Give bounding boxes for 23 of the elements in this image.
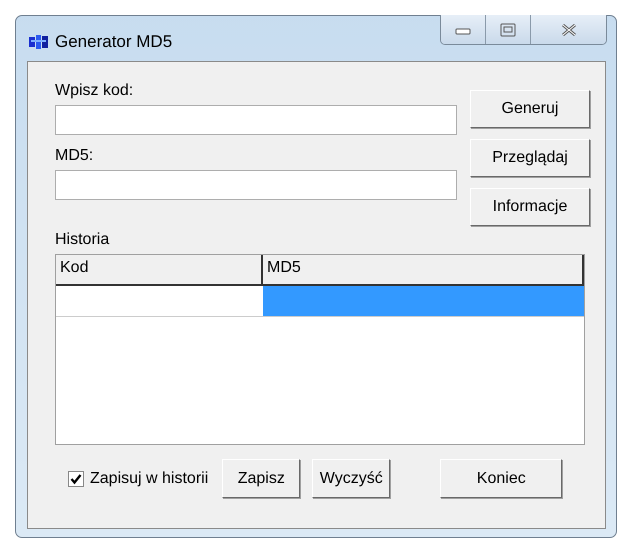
app-icon	[29, 34, 49, 50]
side-button[interactable]: Przeglądaj	[470, 139, 590, 177]
history-label: Historia	[55, 231, 110, 249]
code-input[interactable]	[55, 105, 457, 135]
side-button[interactable]: Informacje	[470, 188, 590, 226]
action-button[interactable]: Zapisz	[222, 459, 300, 498]
column-header[interactable]: MD5	[263, 255, 584, 286]
md5-input[interactable]	[55, 170, 457, 200]
close-button[interactable]	[531, 15, 606, 44]
md5-label: MD5:	[55, 147, 94, 165]
column-header[interactable]: Kod	[56, 255, 263, 286]
exit-button[interactable]: Koniec	[440, 459, 562, 498]
maximize-icon	[500, 22, 516, 36]
minimize-button[interactable]	[441, 15, 486, 44]
window-title: Generator MD5	[55, 32, 172, 52]
checkbox-label: Zapisuj w historii	[90, 470, 208, 488]
maximize-button[interactable]	[486, 15, 531, 44]
close-icon	[560, 22, 578, 36]
checkbox[interactable]	[68, 470, 84, 486]
side-button[interactable]: Generuj	[470, 90, 590, 128]
code-label: Wpisz kod:	[55, 82, 134, 100]
table-cell[interactable]	[263, 286, 584, 317]
action-button[interactable]: Wyczyść	[312, 459, 390, 498]
